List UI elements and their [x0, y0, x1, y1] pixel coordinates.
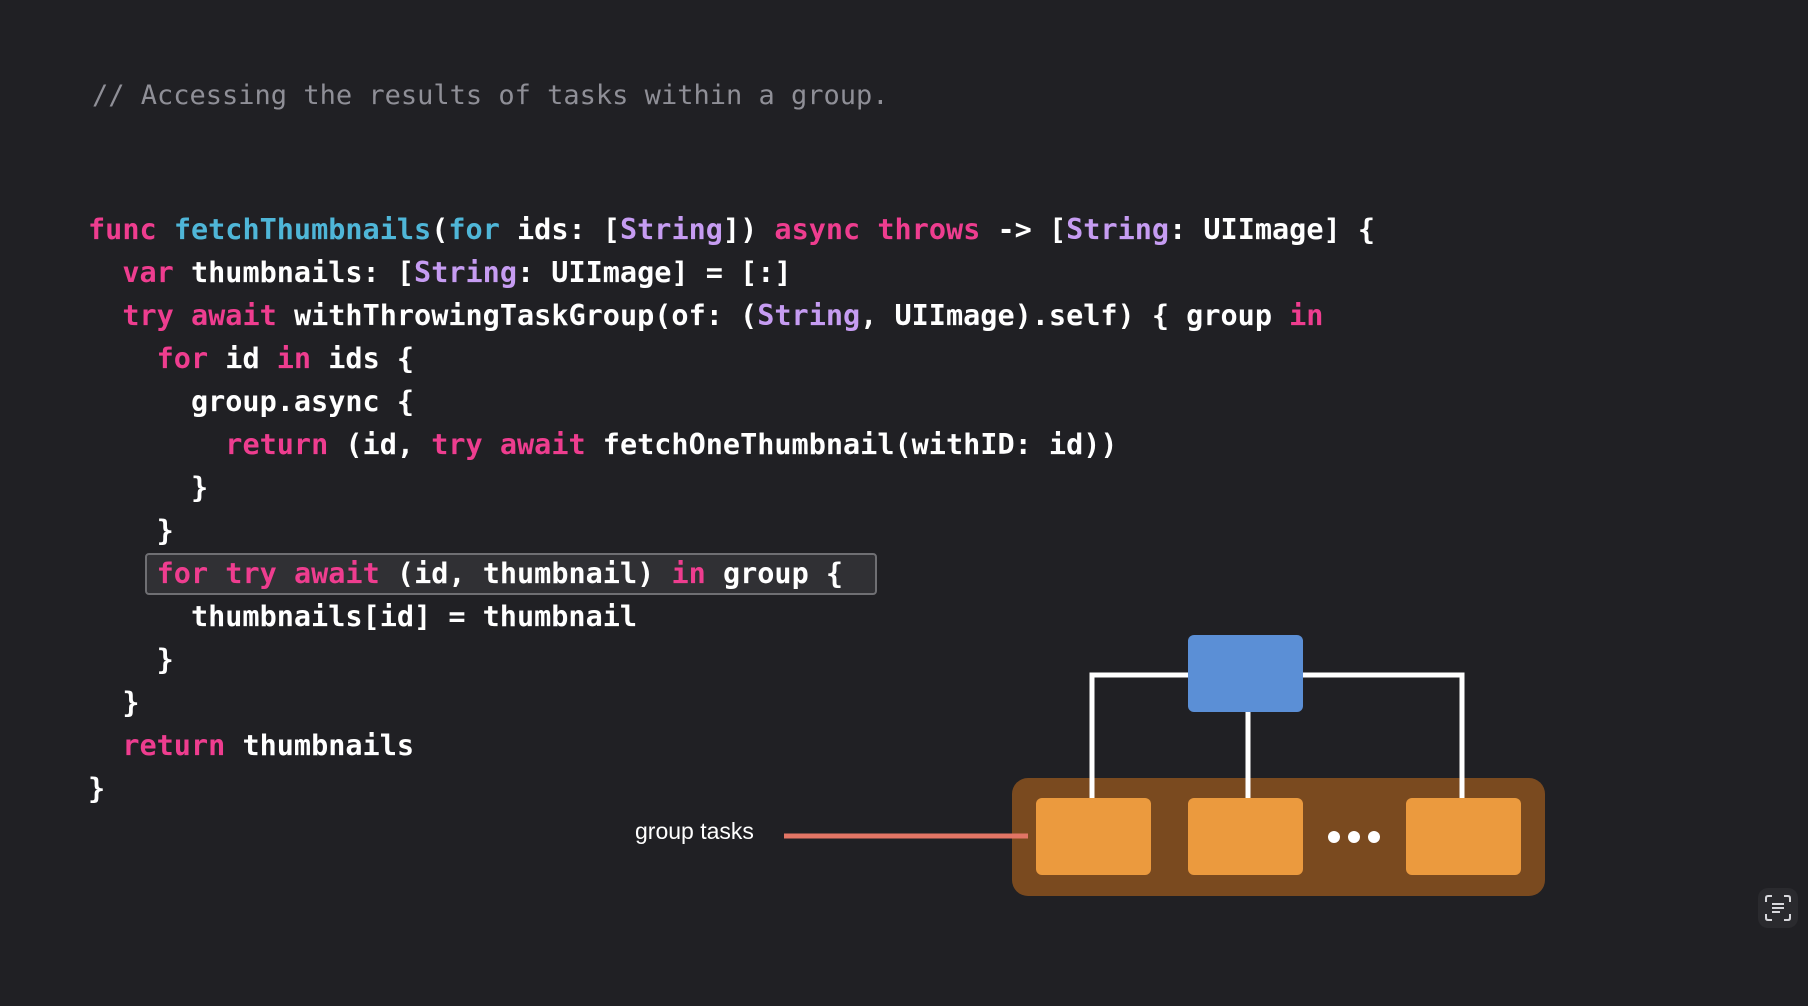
slide: // Accessing the results of tasks within… — [0, 0, 1808, 1006]
child-task-box — [1406, 798, 1521, 875]
child-task-box — [1188, 798, 1303, 875]
task-group-diagram — [784, 635, 1545, 896]
live-text-button[interactable] — [1758, 888, 1798, 928]
parent-task-box — [1188, 635, 1303, 712]
child-task-box — [1036, 798, 1151, 875]
ellipsis-dot — [1368, 831, 1380, 843]
group-tasks-label: group tasks — [635, 818, 754, 844]
text-scan-icon — [1765, 895, 1791, 921]
ellipsis-dot — [1328, 831, 1340, 843]
ellipsis-dot — [1348, 831, 1360, 843]
